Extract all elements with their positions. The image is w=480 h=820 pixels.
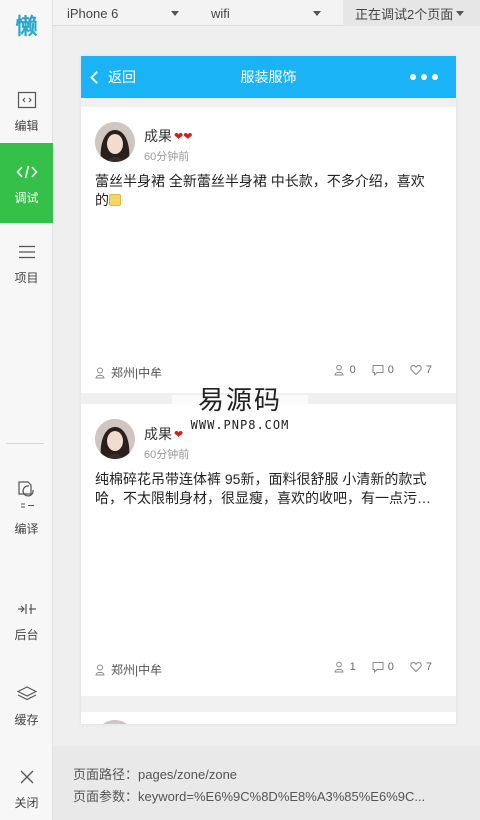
network-select[interactable]: wifi bbox=[211, 0, 321, 26]
layers-icon bbox=[16, 683, 38, 705]
chevron-down-icon bbox=[313, 11, 321, 16]
sidebar-item-edit[interactable]: 编辑 bbox=[0, 71, 53, 151]
post-time: 60分钟前 bbox=[144, 449, 190, 461]
more-dot-icon bbox=[432, 74, 438, 80]
page-title: 服装服饰 bbox=[240, 69, 297, 85]
sidebar-item-label: 后台 bbox=[14, 627, 39, 642]
sidebar-item-debug[interactable]: 调试 bbox=[0, 143, 53, 223]
avatar[interactable] bbox=[95, 122, 135, 162]
sidebar-item-label: 缓存 bbox=[14, 712, 39, 727]
nav-bar: 返回 服装服饰 bbox=[81, 56, 456, 98]
comment-count: 0 bbox=[387, 661, 394, 673]
toolbar: iPhone 6 wifi 正在调试2个页面 bbox=[53, 0, 480, 26]
sidebar-item-close[interactable]: 关闭 bbox=[0, 748, 53, 820]
watermark: 易源码 WWW.PNP8.COM bbox=[172, 380, 308, 440]
sidebar-item-label: 关闭 bbox=[14, 795, 39, 810]
close-icon bbox=[16, 766, 38, 788]
hearts-icon: ❤❤ bbox=[174, 130, 193, 143]
chevron-down-icon bbox=[456, 11, 464, 16]
post-stats: 1 0 7 bbox=[334, 661, 432, 673]
debug-status-label: 正在调试2个页面 bbox=[355, 6, 454, 22]
debug-pages-select[interactable]: 正在调试2个页面 bbox=[343, 0, 480, 26]
avatar[interactable] bbox=[95, 419, 135, 459]
username[interactable]: 成果 ❤❤ bbox=[144, 126, 192, 146]
backend-icon bbox=[16, 598, 38, 620]
post-content: 蕾丝半身裙 全新蕾丝半身裙 中长款，不多介绍，喜欢的 bbox=[95, 172, 437, 210]
sidebar-item-compile[interactable]: 编译 bbox=[0, 466, 53, 550]
avatar[interactable] bbox=[95, 720, 135, 724]
page-path: 页面路径：pages/zone/zone bbox=[73, 767, 238, 782]
app-logo: 懒 bbox=[15, 14, 38, 39]
network-select-value: wifi bbox=[211, 5, 230, 21]
code-window-icon bbox=[16, 89, 38, 111]
post-card[interactable] bbox=[81, 712, 456, 724]
sidebar-item-label: 编辑 bbox=[14, 118, 39, 133]
compile-icon bbox=[16, 480, 38, 514]
post-card[interactable]: 成果 ❤ 60分钟前 纯棉碎花吊带连体裤 95新，面料很舒服 小清新的款式哈，不… bbox=[81, 404, 456, 696]
device-select[interactable]: iPhone 6 bbox=[67, 0, 187, 26]
post-text: 蕾丝半身裙 全新蕾丝半身裙 中长款，不多介绍，喜欢的 bbox=[95, 173, 425, 208]
like-count: 7 bbox=[425, 661, 432, 673]
more-dot-icon bbox=[421, 74, 427, 80]
more-menu-button[interactable] bbox=[410, 56, 438, 98]
comment-count: 0 bbox=[387, 364, 394, 376]
location-text: 郑州|中牟 bbox=[111, 663, 163, 677]
people-icon bbox=[334, 661, 346, 673]
sidebar-item-backend[interactable]: 后台 bbox=[0, 580, 53, 660]
watermark-title: 易源码 bbox=[197, 386, 282, 416]
chevron-down-icon bbox=[171, 11, 179, 16]
watermark-url: WWW.PNP8.COM bbox=[190, 418, 290, 432]
post-time: 60分钟前 bbox=[144, 151, 190, 163]
person-icon bbox=[95, 664, 105, 676]
post-stats: 0 0 7 bbox=[334, 364, 432, 376]
page-params: 页面参数：keyword=%E6%9C%8D%E8%A3%85%E6%9C... bbox=[73, 789, 426, 804]
code-brackets-icon bbox=[15, 161, 38, 183]
view-count: 0 bbox=[349, 364, 356, 376]
comment-icon[interactable] bbox=[372, 661, 384, 673]
username-text: 成果 bbox=[144, 426, 172, 442]
person-icon bbox=[95, 367, 105, 379]
post-card[interactable]: 成果 ❤❤ 60分钟前 蕾丝半身裙 全新蕾丝半身裙 中长款，不多介绍，喜欢的 郑… bbox=[81, 107, 456, 393]
sidebar-item-label: 项目 bbox=[14, 270, 39, 285]
emoji-icon bbox=[109, 194, 121, 206]
sidebar: 懒 编辑 调试 项目 编译 后台 缓存 关闭 bbox=[0, 0, 53, 820]
sidebar-item-label: 编译 bbox=[14, 521, 39, 536]
view-count: 1 bbox=[349, 661, 356, 673]
username-text: 成果 bbox=[144, 128, 172, 144]
post-location: 郑州|中牟 bbox=[95, 364, 162, 381]
like-count: 7 bbox=[425, 364, 432, 376]
heart-icon[interactable] bbox=[410, 364, 422, 376]
comment-icon[interactable] bbox=[372, 364, 384, 376]
menu-lines-icon bbox=[16, 241, 38, 263]
post-location: 郑州|中牟 bbox=[95, 661, 162, 678]
more-dot-icon bbox=[410, 74, 416, 80]
sidebar-item-project[interactable]: 项目 bbox=[0, 223, 53, 303]
heart-icon[interactable] bbox=[410, 661, 422, 673]
sidebar-divider bbox=[6, 443, 44, 444]
device-select-value: iPhone 6 bbox=[67, 5, 119, 21]
people-icon bbox=[334, 364, 346, 376]
page-info-panel: 页面路径：pages/zone/zone 页面参数：keyword=%E6%9C… bbox=[53, 746, 480, 820]
location-text: 郑州|中牟 bbox=[111, 366, 163, 380]
sidebar-item-cache[interactable]: 缓存 bbox=[0, 665, 53, 745]
post-content: 纯棉碎花吊带连体裤 95新，面料很舒服 小清新的款式哈，不太限制身材，很显瘦，喜… bbox=[95, 471, 431, 506]
sidebar-item-label: 调试 bbox=[14, 190, 39, 205]
